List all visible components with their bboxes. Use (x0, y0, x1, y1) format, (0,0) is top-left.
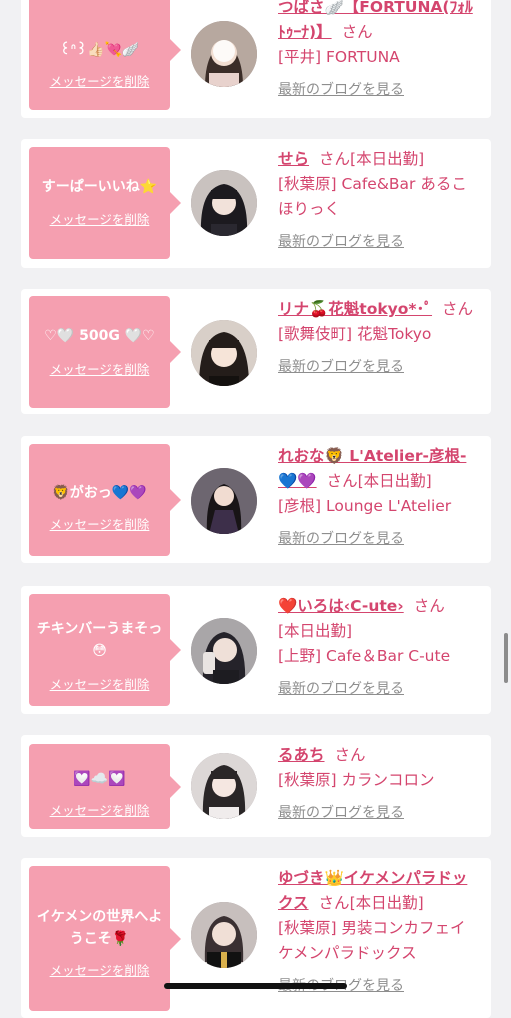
avatar[interactable] (191, 618, 257, 684)
message-card: 💟☁️💟 メッセージを削除 るあち さん [秋葉原] カランコロン 最新のブログを… (21, 735, 491, 837)
delete-message-link[interactable]: メッセージを削除 (29, 71, 170, 90)
shop-name: [秋葉原] Cafe&Bar あるこほりっく (278, 175, 467, 218)
message-text: すーぱーいいね⭐ (41, 179, 158, 195)
scrollbar[interactable] (504, 633, 508, 683)
message-text: 🦁がおっ💙💜 (52, 485, 147, 501)
latest-blog-link[interactable]: 最新のブログを見る (278, 355, 478, 380)
shop-name: [歌舞伎町] 花魁Tokyo (278, 325, 432, 343)
profile-name-link[interactable]: ❤️いろは‹C-ute› (278, 597, 404, 615)
message-bubble: チキンバーうまそっ😳 メッセージを削除 (29, 594, 181, 706)
avatar[interactable] (191, 468, 257, 534)
honorific: さん (318, 894, 350, 912)
message-bubble: すーぱーいいね⭐ メッセージを削除 (29, 147, 181, 259)
message-bubble: 🦁がおっ💙💜 メッセージを削除 (29, 444, 181, 556)
delete-message-link[interactable]: メッセージを削除 (29, 359, 170, 378)
profile-name-link[interactable]: せら (278, 150, 309, 168)
status-today: [本日出勤] (357, 472, 432, 490)
message-text: ♡🤍 500G 🤍♡ (44, 328, 155, 344)
message-card: 🦁がおっ💙💜 メッセージを削除 れおな🦁 L'Atelier-彦根-💙💜 さん[本… (21, 436, 491, 563)
honorific: さん (326, 472, 358, 490)
status-today: [本日出勤] (278, 622, 353, 640)
message-card: ♡🤍 500G 🤍♡ メッセージを削除 リナ🍒花魁tokyo*･ﾟ さん [歌舞伎… (21, 289, 491, 414)
shop-name: [秋葉原] カランコロン (278, 771, 435, 789)
avatar[interactable] (191, 21, 257, 87)
latest-blog-link[interactable]: 最新のブログを見る (278, 78, 478, 103)
profile-info: るあち さん [秋葉原] カランコロン 最新のブログを見る (278, 743, 478, 826)
honorific: さん (334, 746, 366, 764)
avatar[interactable] (191, 902, 257, 968)
message-text: 💟☁️💟 (73, 771, 126, 787)
message-card: すーぱーいいね⭐ メッセージを削除 せら さん[本日出勤] [秋葉原] Cafe&… (21, 139, 491, 268)
message-card: チキンバーうまそっ😳 メッセージを削除 ❤️いろは‹C-ute› さん [本日出勤… (21, 586, 491, 714)
delete-message-link[interactable]: メッセージを削除 (29, 960, 170, 979)
shop-name: [秋葉原] 男装コンカフェイケメンパラドックス (278, 919, 466, 962)
shop-name: [上野] Cafe＆Bar C-ute (278, 647, 451, 665)
delete-message-link[interactable]: メッセージを削除 (29, 514, 170, 533)
honorific: さん (319, 150, 351, 168)
status-today: [本日出勤] (349, 894, 424, 912)
profile-info: れおな🦁 L'Atelier-彦根-💙💜 さん[本日出勤] [彦根] Lounge… (278, 444, 478, 552)
status-today: [本日出勤] (350, 150, 425, 168)
shop-name: [彦根] Lounge L'Atelier (278, 497, 452, 515)
message-card: ꒰ᐢ꒱👍🏻💘🪽 メッセージを削除 つばさ🪽【FORTUNA(ﾌｫﾙﾄｩｰﾅ)】さ… (21, 0, 491, 118)
message-text: ꒰ᐢ꒱👍🏻💘🪽 (59, 42, 140, 58)
message-bubble: 💟☁️💟 メッセージを削除 (29, 744, 181, 829)
shop-name: [平井] FORTUNA (278, 48, 400, 66)
delete-message-link[interactable]: メッセージを削除 (29, 800, 170, 819)
profile-info: リナ🍒花魁tokyo*･ﾟ さん [歌舞伎町] 花魁Tokyo 最新のブログを見る (278, 297, 478, 380)
latest-blog-link[interactable]: 最新のブログを見る (278, 230, 478, 255)
profile-name-link[interactable]: るあち (278, 746, 325, 764)
latest-blog-link[interactable]: 最新のブログを見る (278, 677, 478, 702)
profile-info: つばさ🪽【FORTUNA(ﾌｫﾙﾄｩｰﾅ)】 さん [平井] FORTUNA 最新… (278, 0, 478, 103)
delete-message-link[interactable]: メッセージを削除 (29, 209, 170, 228)
message-card: イケメンの世界へようこそ🌹 メッセージを削除 ゆづき👑イケメンパラドックス さん[… (21, 858, 491, 1018)
message-bubble: ꒰ᐢ꒱👍🏻💘🪽 メッセージを削除 (29, 0, 181, 110)
latest-blog-link[interactable]: 最新のブログを見る (278, 801, 478, 826)
message-bubble: イケメンの世界へようこそ🌹 メッセージを削除 (29, 866, 181, 1011)
profile-name-link[interactable]: つばさ🪽【FORTUNA(ﾌｫﾙﾄｩｰﾅ)】 (278, 0, 473, 41)
message-text: チキンバーうまそっ😳 (36, 621, 163, 659)
profile-name-link[interactable]: リナ🍒花魁tokyo*･ﾟ (278, 300, 432, 318)
message-bubble: ♡🤍 500G 🤍♡ メッセージを削除 (29, 296, 181, 408)
profile-info: ❤️いろは‹C-ute› さん [本日出勤] [上野] Cafe＆Bar C-ut… (278, 594, 478, 702)
latest-blog-link[interactable]: 最新のブログを見る (278, 527, 478, 552)
profile-info: ゆづき👑イケメンパラドックス さん[本日出勤] [秋葉原] 男装コンカフェイケメン… (278, 866, 478, 999)
avatar[interactable] (191, 320, 257, 386)
profile-info: せら さん[本日出勤] [秋葉原] Cafe&Bar あるこほりっく 最新のブログ… (278, 147, 478, 255)
message-text: イケメンの世界へようこそ🌹 (36, 909, 163, 947)
home-indicator (164, 983, 347, 989)
delete-message-link[interactable]: メッセージを削除 (29, 674, 170, 693)
honorific: さん (341, 23, 373, 41)
avatar[interactable] (191, 170, 257, 236)
avatar[interactable] (191, 753, 257, 819)
honorific: さん (413, 597, 445, 615)
honorific: さん (442, 300, 474, 318)
